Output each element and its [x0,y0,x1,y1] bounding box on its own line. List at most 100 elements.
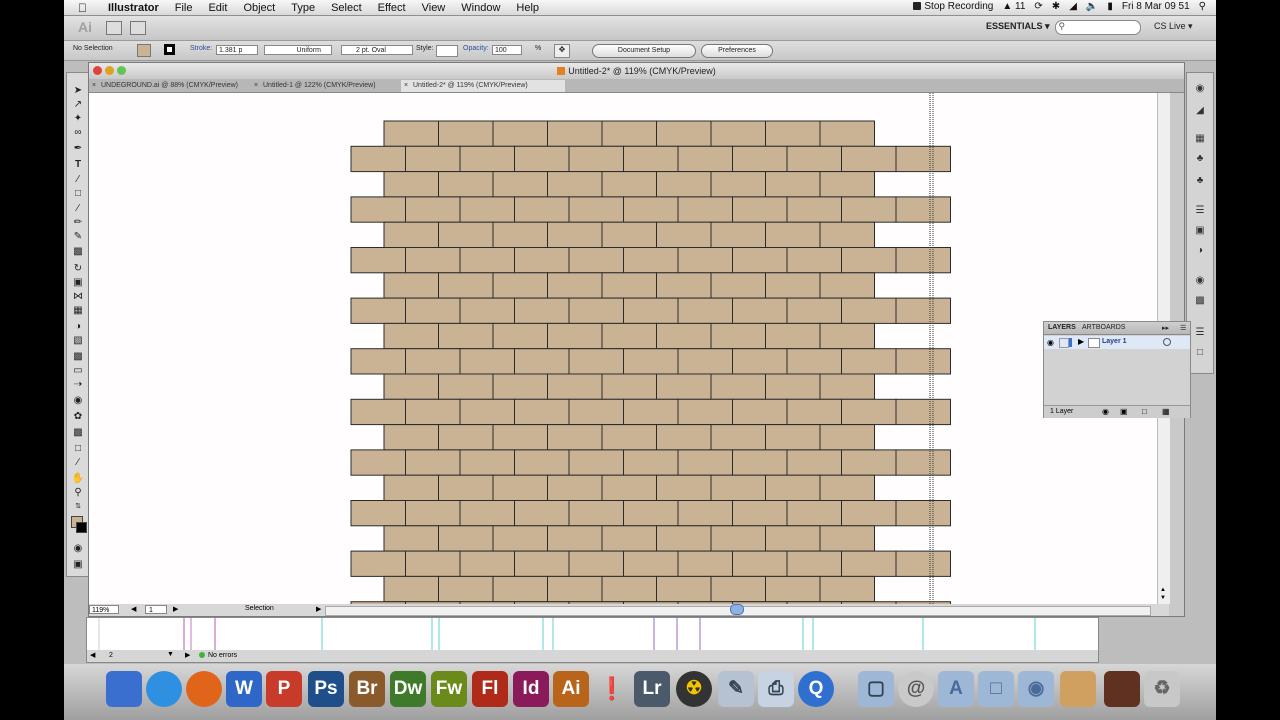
paintbrush-icon[interactable]: ∕ [71,203,85,215]
bridge-icon[interactable]: Br [349,671,385,707]
brick[interactable] [547,221,603,248]
brick[interactable] [601,373,657,400]
stroke-swatch[interactable] [164,44,175,55]
brick[interactable] [895,196,951,223]
variable-width-profile[interactable]: Uniform [264,45,332,55]
notification-badge[interactable]: ▲ 11 [1002,0,1025,14]
brick[interactable] [841,297,897,324]
finder-icon[interactable] [106,671,142,707]
brick[interactable] [623,297,679,324]
collapse-panel-icon[interactable]: ▸▸ [1162,324,1169,332]
brick[interactable] [438,474,494,502]
illustrator-icon[interactable]: Ai [553,671,589,707]
brick[interactable] [350,247,406,274]
menu-effect[interactable]: Effect [370,0,414,16]
brick[interactable] [786,297,842,324]
symbol-sprayer-icon[interactable]: ✿ [71,411,85,423]
menu-edit[interactable]: Edit [200,0,235,16]
brick[interactable] [405,550,461,577]
brick[interactable] [405,449,461,476]
brick[interactable] [383,322,439,350]
workspace-switcher[interactable]: ESSENTIALS ▾ [986,21,1050,32]
menu-help[interactable]: Help [508,0,547,16]
tab-underground[interactable]: × UNDEGROUND.ai @ 88% (CMYK/Preview) [89,80,253,92]
graphic-style-picker[interactable] [436,45,458,57]
brick[interactable] [677,196,733,223]
brick[interactable] [623,196,679,223]
brick[interactable] [677,297,733,324]
brick[interactable] [732,449,788,476]
page-number[interactable]: 2 [109,652,113,659]
lightroom-icon[interactable]: Lr [634,671,670,707]
brick[interactable] [405,247,461,274]
document-setup-button[interactable]: Document Setup [592,44,696,58]
brick[interactable] [819,424,875,451]
brick[interactable] [819,221,875,248]
brick[interactable] [710,322,766,350]
document-stack-icon[interactable] [1104,671,1140,707]
photoshop-icon[interactable]: Ps [308,671,344,707]
brick[interactable] [677,550,733,577]
safari-icon[interactable] [146,671,182,707]
brick[interactable] [623,348,679,375]
brick[interactable] [819,525,875,552]
brick[interactable] [819,474,875,502]
expand-layer-arrow[interactable]: ▶ [1078,337,1084,346]
wifi-icon[interactable]: ◢ [1069,0,1077,14]
brick[interactable] [405,145,461,173]
menu-object[interactable]: Object [235,0,283,16]
brick[interactable] [623,145,679,173]
brick[interactable] [710,424,766,451]
brick[interactable] [623,550,679,577]
volume-icon[interactable]: 🔈 [1086,0,1098,14]
brick[interactable] [350,145,406,173]
opacity-field[interactable]: 100 [492,45,522,55]
brick[interactable] [547,575,603,603]
brick[interactable] [895,550,951,577]
brick[interactable] [514,398,570,426]
menu-type[interactable]: Type [283,0,323,16]
brick[interactable] [786,196,842,223]
brick[interactable] [405,297,461,324]
color-guide-icon[interactable]: ◢ [1193,105,1207,117]
brick[interactable] [601,474,657,502]
free-transform-icon[interactable]: ▦ [71,305,85,317]
stroke-panel-icon[interactable]: ☰ [1193,205,1207,217]
battery-icon[interactable]: ▮ [1107,0,1113,14]
brick[interactable] [895,500,951,527]
brick[interactable] [656,474,712,502]
brick[interactable] [459,398,515,426]
brick[interactable] [547,424,603,451]
appearance-icon[interactable]: ◉ [1193,275,1207,287]
brick-wall-artwork[interactable] [89,93,1157,604]
layers-panel-icon[interactable]: ☰ [1193,327,1207,339]
first-artboard-arrow[interactable]: ◀ [131,605,136,613]
powerpoint-icon[interactable]: P [266,671,302,707]
brick[interactable] [765,221,821,248]
brick[interactable] [765,373,821,400]
clock[interactable]: Fri 8 Mar 09 51 [1122,0,1190,14]
brick[interactable] [438,373,494,400]
magic-wand-icon[interactable]: ✦ [71,113,85,125]
brick[interactable] [514,449,570,476]
brick[interactable] [786,449,842,476]
brick[interactable] [514,297,570,324]
scroll-up-arrow[interactable]: ▲ [1160,587,1166,593]
brick[interactable] [568,398,624,426]
brick[interactable] [350,550,406,577]
page-menu-arrow[interactable]: ▼ [167,651,174,658]
brick[interactable] [383,575,439,603]
make-clipping-mask-icon[interactable]: ▣ [1120,407,1128,416]
brick[interactable] [547,171,603,198]
close-tab-icon[interactable]: × [254,80,258,92]
printer-icon[interactable]: ⎙ [758,671,794,707]
brick[interactable] [601,221,657,248]
horizontal-scroll-thumb[interactable] [730,604,744,615]
brick[interactable] [438,322,494,350]
brick[interactable] [656,424,712,451]
brick[interactable] [492,575,548,603]
brick[interactable] [350,500,406,527]
firefox-icon[interactable] [186,671,222,707]
brick[interactable] [895,247,951,274]
brick[interactable] [819,322,875,350]
